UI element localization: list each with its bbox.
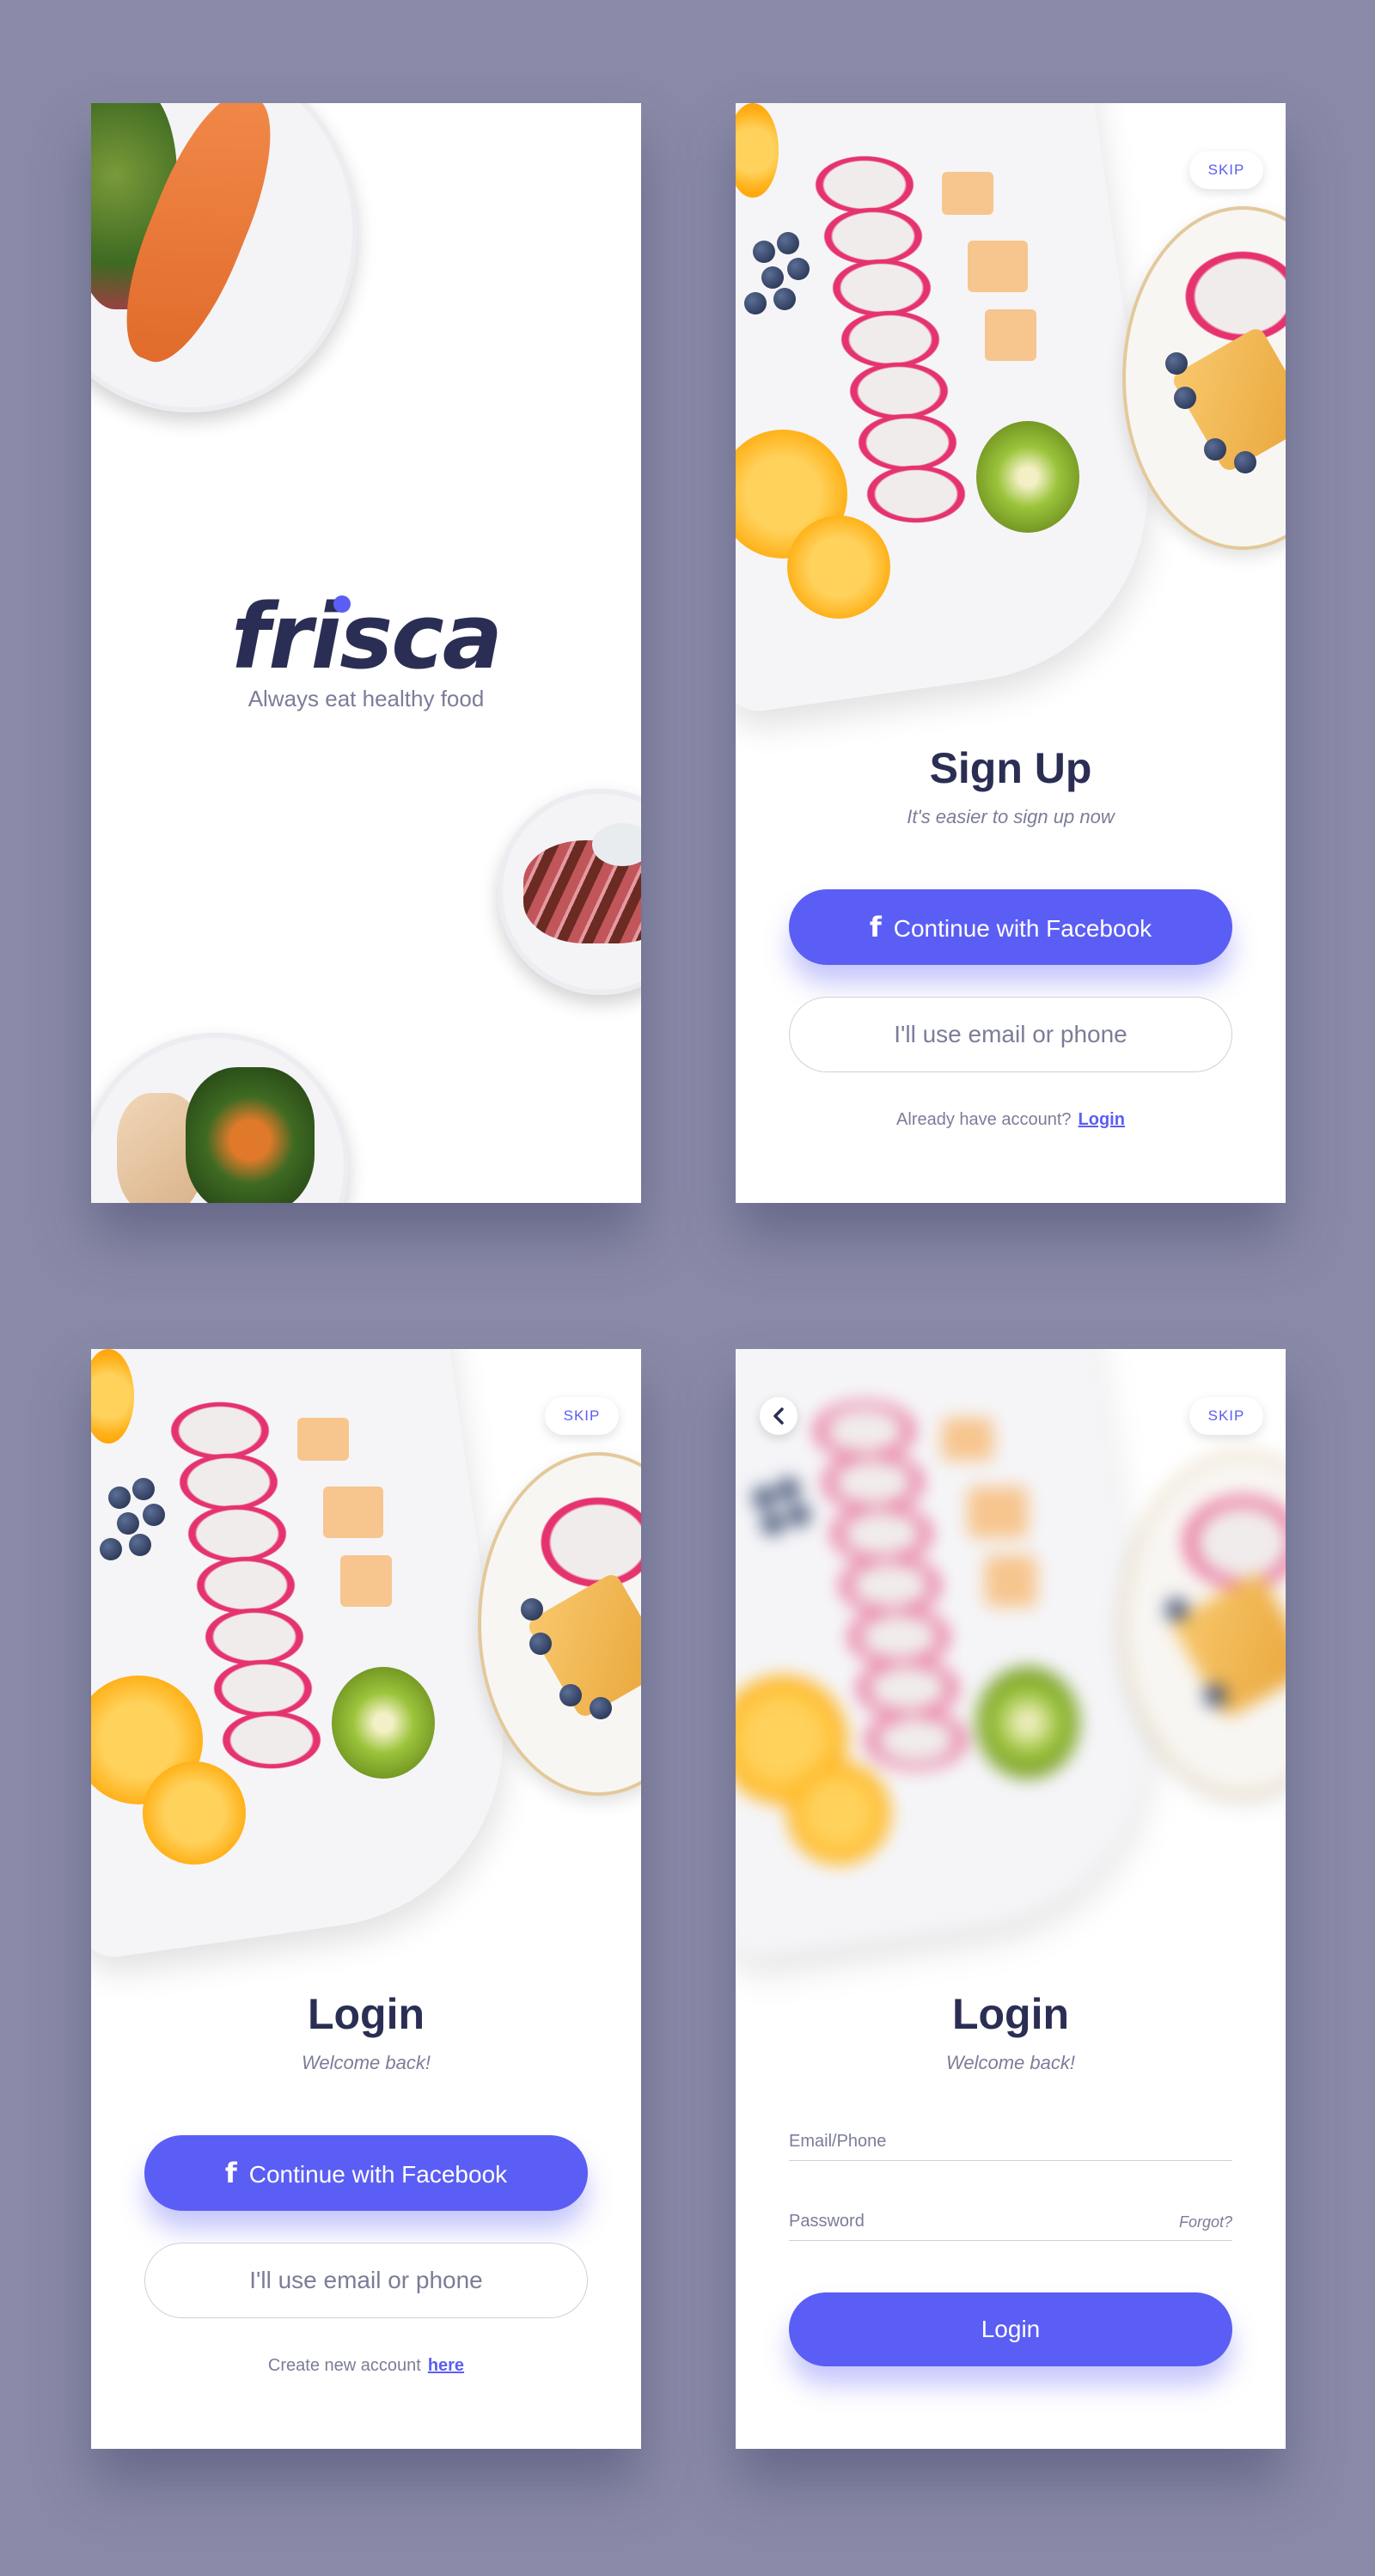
signup-link[interactable]: here [428,2356,464,2375]
password-field[interactable]: Password Forgot? [789,2201,1232,2241]
email-phone-button[interactable]: I'll use email or phone [789,997,1232,1072]
login-link[interactable]: Login [1079,1110,1125,1129]
login-screen: SKIP Login Welcome back! f Continue with … [91,1349,641,2449]
tagline: Always eat healthy food [248,686,485,711]
page-title: Sign Up [929,744,1092,792]
email-phone-button[interactable]: I'll use email or phone [144,2243,588,2318]
facebook-button-label: Continue with Facebook [248,2161,508,2188]
app-logo: frisca [91,584,641,689]
signup-prompt: Create new account here [91,2356,641,2376]
page-subtitle: Welcome back! [946,2052,1075,2073]
skip-button[interactable]: SKIP [545,1397,619,1435]
chevron-left-icon [773,1407,784,1425]
facebook-icon: f [869,911,882,943]
password-label: Password [789,2212,865,2231]
signup-prompt-text: Create new account [267,2356,421,2375]
skip-button[interactable]: SKIP [1189,151,1263,189]
logo-text: frisca [231,584,503,689]
login-button[interactable]: Login [789,2292,1232,2366]
logo-dot [333,595,351,613]
facebook-button-label: Continue with Facebook [893,915,1152,942]
login-prompt-text: Already have account? [896,1110,1072,1129]
facebook-button[interactable]: f Continue with Facebook [789,889,1232,965]
facebook-icon: f [224,2157,237,2189]
salmon-plate-image [91,103,358,412]
forgot-password-link[interactable]: Forgot? [1179,2213,1232,2231]
back-button[interactable] [760,1397,798,1435]
login-form-screen: SKIP Login Welcome back! Email/Phone Pas… [736,1349,1286,2449]
page-subtitle: It's easier to sign up now [907,806,1115,827]
blurred-fruit-platter-image [736,1349,1286,2019]
steak-plate-image [498,789,641,995]
facebook-button[interactable]: f Continue with Facebook [144,2135,588,2211]
splash-screen: frisca Always eat healthy food [91,103,641,1203]
salad-plate-image [91,1033,349,1203]
page-title: Login [307,1990,425,2038]
skip-button[interactable]: SKIP [1189,1397,1263,1435]
login-prompt: Already have account? Login [736,1110,1286,1130]
email-phone-field[interactable]: Email/Phone [789,2121,1232,2161]
fruit-platter-image [736,103,1286,773]
fruit-platter-image [91,1349,641,2019]
page-title: Login [951,1990,1070,2038]
email-phone-label: Email/Phone [789,2132,887,2151]
signup-screen: SKIP Sign Up It's easier to sign up now … [736,103,1286,1203]
page-subtitle: Welcome back! [302,2052,431,2073]
